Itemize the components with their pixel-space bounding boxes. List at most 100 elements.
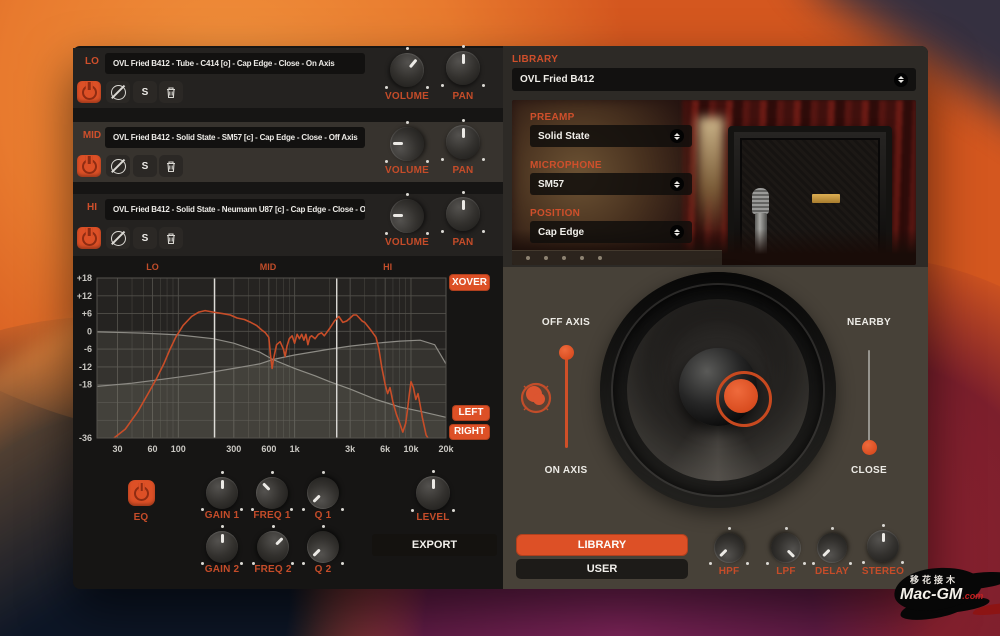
axis-slider-handle[interactable] [559,345,574,360]
pan-knob-hi[interactable] [446,197,480,231]
delete-button-mid[interactable] [159,155,183,177]
mic-position-marker[interactable] [724,379,758,413]
svg-text:HI: HI [383,262,392,272]
stepper-icon[interactable] [894,73,908,87]
watermark-chinese-text: 移花接木 [910,573,958,586]
delay-knob[interactable] [817,533,847,563]
polar-pattern-icon [517,379,555,417]
watermark-brand: Mac-GM.com [900,586,983,604]
phase-button-lo[interactable] [106,81,130,103]
preamp-dropdown[interactable]: Solid State [530,125,692,147]
gain1-knob[interactable] [206,477,238,509]
volume-label: VOLUME [377,237,437,248]
preamp-label: PREAMP [530,112,575,123]
stereo-knob[interactable] [867,530,899,562]
volume-label: VOLUME [377,91,437,102]
solo-button-mid[interactable]: S [133,155,157,177]
stepper-icon[interactable] [670,129,684,143]
stepper-icon[interactable] [670,177,684,191]
eq-power-button[interactable] [128,480,155,506]
svg-text:60: 60 [147,444,157,454]
power-button-lo[interactable] [77,81,101,103]
volume-knob-hi[interactable] [390,199,424,233]
channel-strip-hi: HI OVL Fried B412 - Solid State - Neuman… [73,194,503,256]
freq2-knob[interactable] [257,531,289,563]
position-dropdown[interactable]: Cap Edge [530,221,692,243]
power-icon [82,231,97,246]
hpf-label: HPF [699,566,759,577]
off-axis-label: OFF AXIS [516,317,616,328]
freq1-knob[interactable] [256,477,288,509]
stepper-icon[interactable] [670,225,684,239]
gain2-knob[interactable] [206,531,238,563]
svg-text:3k: 3k [345,444,356,454]
speaker-cone-display[interactable] [600,272,836,508]
volume-knob-mid[interactable] [390,127,424,161]
axis-slider-track[interactable] [565,352,568,448]
band-label-hi: HI [79,202,105,213]
export-button[interactable]: EXPORT [372,534,497,556]
power-button-hi[interactable] [77,227,101,249]
svg-text:-36: -36 [79,433,92,443]
close-label: CLOSE [819,465,919,476]
power-button-mid[interactable] [77,155,101,177]
phase-invert-icon [111,231,126,246]
pan-label: PAN [433,165,493,176]
delete-button-lo[interactable] [159,81,183,103]
amp-head-strip [512,250,722,265]
left-button[interactable]: LEFT [452,405,490,421]
svg-text:1k: 1k [290,444,301,454]
plugin-window: LO OVL Fried B412 - Tube - C414 [o] - Ca… [73,46,928,589]
volume-knob-lo[interactable] [390,53,424,87]
level-knob[interactable] [416,476,450,510]
svg-text:+18: +18 [77,273,92,283]
nearby-label: NEARBY [819,317,919,328]
solo-button-hi[interactable]: S [133,227,157,249]
preset-name-hi[interactable]: OVL Fried B412 - Solid State - Neumann U… [105,199,365,220]
pan-knob-lo[interactable] [446,51,480,85]
right-button[interactable]: RIGHT [449,424,490,440]
watermark-suffix: .com [962,591,983,601]
svg-text:-6: -6 [84,344,92,354]
position-label: POSITION [530,208,580,219]
watermark-brand-text: Mac-GM [900,586,962,603]
svg-text:6k: 6k [380,444,391,454]
svg-text:300: 300 [226,444,241,454]
volume-label: VOLUME [377,165,437,176]
phase-button-mid[interactable] [106,155,130,177]
hpf-knob[interactable] [714,533,744,563]
cab-room-photo: PREAMP Solid State MICROPHONE SM57 POSIT… [512,100,916,265]
q1-knob[interactable] [307,477,339,509]
delete-button-hi[interactable] [159,227,183,249]
trash-icon [165,160,177,173]
distance-slider-handle[interactable] [862,440,877,455]
phase-invert-icon [111,159,126,174]
preset-name-lo[interactable]: OVL Fried B412 - Tube - C414 [o] - Cap E… [105,53,365,74]
lpf-knob[interactable] [771,533,801,563]
xover-button[interactable]: XOVER [449,274,490,291]
power-icon [82,159,97,174]
svg-text:100: 100 [171,444,186,454]
crossover-response-chart[interactable]: 30601003006001k3k6k10k20k+18+12+60-6-12-… [73,258,503,462]
svg-text:20k: 20k [438,444,454,454]
svg-text:MID: MID [260,262,277,272]
microphone-dropdown[interactable]: SM57 [530,173,692,195]
pan-label: PAN [433,237,493,248]
phase-button-hi[interactable] [106,227,130,249]
q2-knob[interactable] [307,531,339,563]
svg-text:-18: -18 [79,380,92,390]
channel-strip-lo: LO OVL Fried B412 - Tube - C414 [o] - Ca… [73,48,503,108]
preamp-value: Solid State [538,131,670,142]
pan-knob-mid[interactable] [446,125,480,159]
user-tab-button[interactable]: USER [516,559,688,579]
watermark: 移花接木 Mac-GM.com [886,560,1000,634]
library-dropdown[interactable]: OVL Fried B412 [512,68,916,91]
q2-label: Q 2 [293,564,353,575]
library-tab-button[interactable]: LIBRARY [516,534,688,556]
svg-text:+6: +6 [82,309,92,319]
preset-name-mid[interactable]: OVL Fried B412 - Solid State - SM57 [c] … [105,127,365,148]
distance-slider-track[interactable] [868,350,871,447]
band-label-mid: MID [79,130,105,141]
solo-button-lo[interactable]: S [133,81,157,103]
channel-strip-mid: MID OVL Fried B412 - Solid State - SM57 … [73,122,503,182]
